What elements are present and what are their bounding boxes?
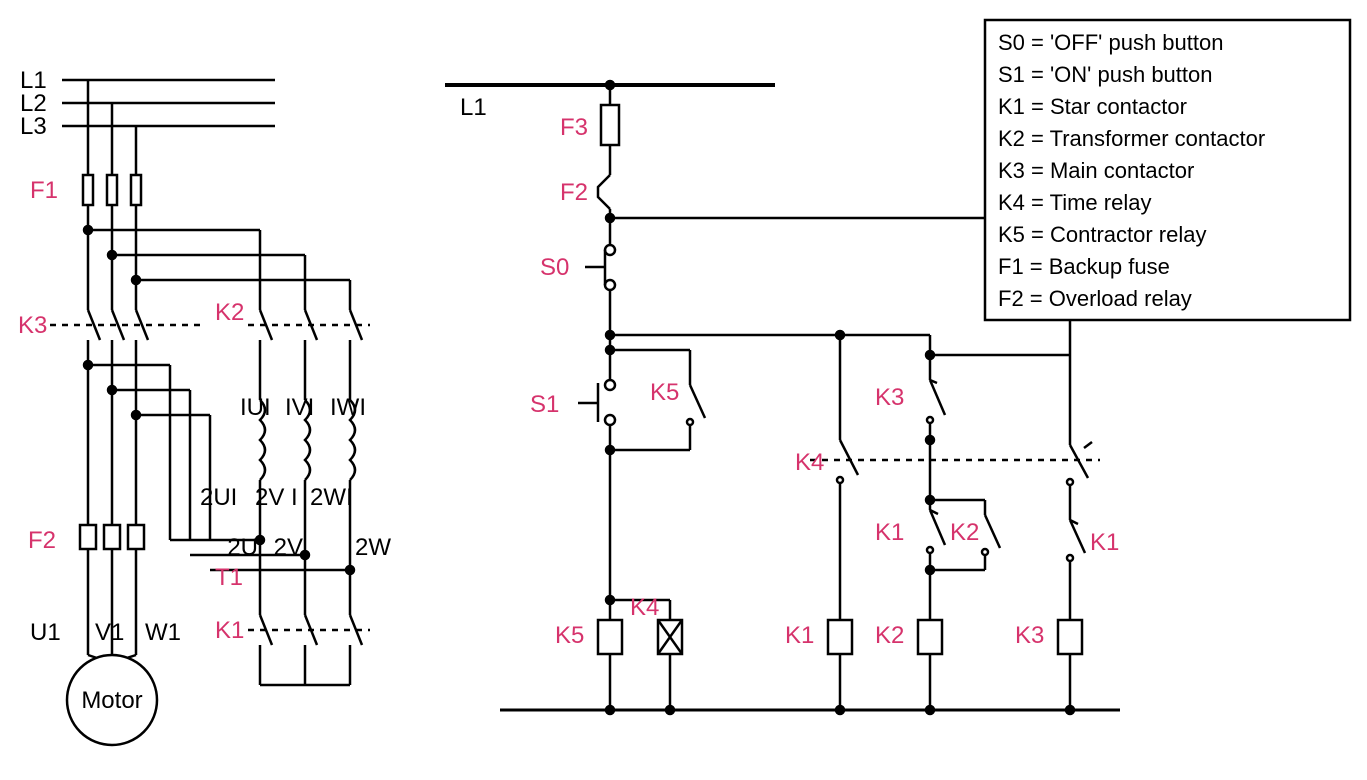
legend-8: F2 = Overload relay [998,286,1192,311]
ctrl-K5coil: K5 [555,622,584,649]
ctrl-L1: L1 [460,94,487,121]
label-2V: 2V [274,534,303,561]
ctrl-K5a: K5 [650,379,679,406]
legend-6: K5 = Contractor relay [998,222,1206,247]
label-L3: L3 [20,113,47,140]
label-IUI: IUI [240,394,271,421]
label-K3: K3 [18,312,47,339]
label-2U: 2U [227,534,258,561]
label-F2: F2 [28,527,56,554]
ctrl-K1coil: K1 [785,622,814,649]
ctrl-F3: F3 [560,114,588,141]
label-W1: W1 [145,619,181,646]
ctrl-K3coil: K3 [1015,622,1044,649]
legend-1: S1 = 'ON' push button [998,62,1212,87]
ctrl-S0: S0 [540,254,569,281]
ctrl-K2coil: K2 [875,622,904,649]
legend-0: S0 = 'OFF' push button [998,30,1223,55]
label-T1: T1 [215,564,243,591]
ctrl-F2: F2 [560,179,588,206]
ctrl-K1nc2: K1 [1090,529,1119,556]
label-F1: F1 [30,177,58,204]
legend-7: F1 = Backup fuse [998,254,1170,279]
legend-3: K2 = Transformer contactor [998,126,1265,151]
label-IVI: IVI [285,394,314,421]
ctrl-K2no: K2 [950,519,979,546]
schematic-diagram: L1 L2 L3 F1 K3 K2 IUI IVI IWI 2UI 2V I 2… [0,0,1367,780]
label-K2: K2 [215,299,244,326]
label-motor: Motor [81,687,142,714]
ctrl-K1nc: K1 [875,519,904,546]
ctrl-S1: S1 [530,391,559,418]
ctrl-K4c: K4 [795,449,824,476]
legend-4: K3 = Main contactor [998,158,1194,183]
legend-5: K4 = Time relay [998,190,1151,215]
label-IWI: IWI [330,394,366,421]
legend-2: K1 = Star contactor [998,94,1187,119]
label-V1: V1 [95,619,124,646]
label-2WI: 2WI [310,484,353,511]
label-2W: 2W [355,534,391,561]
label-U1: U1 [30,619,61,646]
label-2UI: 2UI [200,484,237,511]
label-2VI: 2V I [255,484,298,511]
label-K1: K1 [215,617,244,644]
ctrl-K3nc: K3 [875,384,904,411]
legend-box: S0 = 'OFF' push button S1 = 'ON' push bu… [985,20,1350,320]
ctrl-K4coil: K4 [630,594,659,621]
